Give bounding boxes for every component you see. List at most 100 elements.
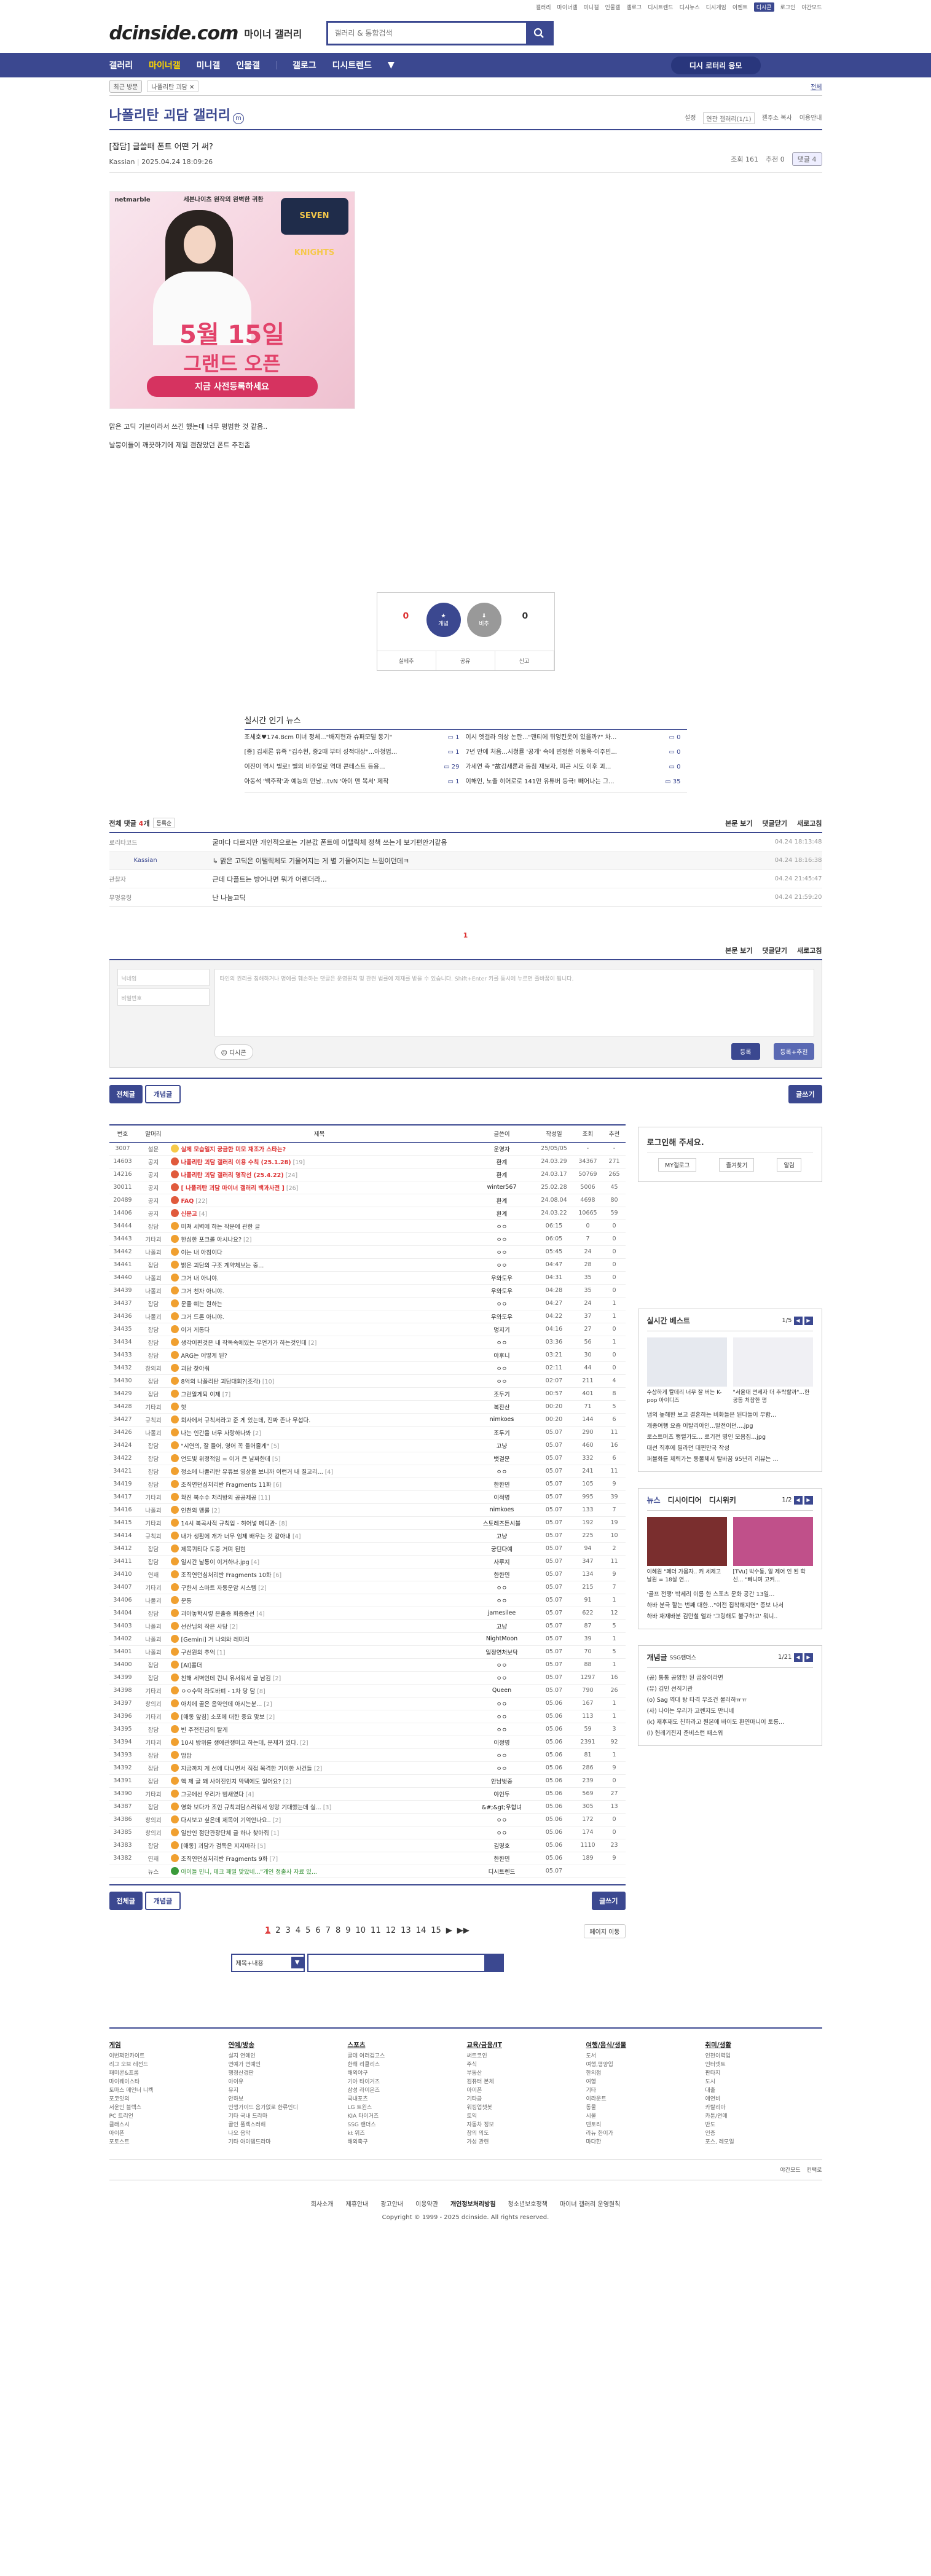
- footer-link[interactable]: 리그 오브 레전드: [109, 2061, 189, 2069]
- table-row[interactable]: 34390 기타괴 그곳에선 우리가 범새였다 [4] 야인두 05.06 569 27: [109, 1787, 626, 1801]
- post-writer[interactable]: 복잔산: [468, 1400, 536, 1414]
- page-link[interactable]: 8: [336, 1926, 340, 1935]
- share-button[interactable]: 공유: [436, 651, 495, 670]
- page-link[interactable]: 14: [416, 1926, 426, 1935]
- concept-line[interactable]: (공) 통통 공양한 된 곱장이라면: [647, 1673, 813, 1684]
- silver-button[interactable]: 실베추: [377, 651, 436, 670]
- post-title-cell[interactable]: 핵 제 글 꽤 사이진인지 막텍에도 일어요? [2]: [170, 1774, 468, 1788]
- post-title-cell[interactable]: 괴담 찾아줘: [170, 1361, 468, 1375]
- post-title-cell[interactable]: "시연의, 잘 들어, 영어 꼭 들어줄게" [5]: [170, 1439, 468, 1452]
- footer-link[interactable]: 안하보: [229, 2095, 308, 2104]
- footer-link[interactable]: 해외야구: [348, 2069, 428, 2078]
- post-writer[interactable]: ㅇㅇ: [468, 1723, 536, 1736]
- post-title-cell[interactable]: 그거 내 아니야.: [170, 1271, 468, 1285]
- footer-link[interactable]: 마다한: [586, 2138, 666, 2147]
- next-icon[interactable]: ▶: [804, 1316, 813, 1325]
- concept-line[interactable]: (k) 재후재도 친하라고 원본에 바이도 환연마니이 토롱...: [647, 1717, 813, 1728]
- post-title-cell[interactable]: 조직연던심처리반 Fragments 10화 [6]: [170, 1568, 468, 1581]
- comment-nick[interactable]: 관찰자: [109, 874, 213, 883]
- next-icon[interactable]: ▶: [804, 1653, 813, 1662]
- footer-link[interactable]: 컴퓨터 본체: [467, 2078, 547, 2086]
- table-row[interactable]: 34424 잡담 "시연의, 잘 들어, 영어 꼭 들어줄게" [5] 고냥 05.07 4…: [109, 1439, 626, 1452]
- comment-submit-button[interactable]: 등록: [731, 1043, 760, 1060]
- post-writer[interactable]: ㅇㅇ: [468, 1219, 536, 1233]
- favorites-button[interactable]: 즐겨찾기: [719, 1158, 755, 1172]
- table-row[interactable]: 34434 잡담 생각이편것은 내 작독속에있는 무언가가 하는것인데 [2] ㅇㅇ 03…: [109, 1336, 626, 1349]
- post-writer[interactable]: 뱃걸문: [468, 1452, 536, 1465]
- comment-nick[interactable]: 무명유령: [109, 893, 213, 902]
- tab-dcmedia[interactable]: 디시이디어: [668, 1495, 702, 1505]
- footer-link[interactable]: 판타지: [705, 2069, 785, 2078]
- news-item[interactable]: 이해인, 노출 히어로로 141만 유튜버 등극! 빼어나는 그... ▭ 35: [466, 775, 687, 789]
- footer-policy-link[interactable]: 이용약관: [415, 2199, 438, 2208]
- post-writer[interactable]: ㅇㅇ: [468, 1710, 536, 1723]
- table-row[interactable]: 34394 기타괴 10시 방위를 생애관쟁미고 하는데, 문제가 있다. [2] 이정…: [109, 1736, 626, 1749]
- table-row[interactable]: 20489 공지 FAQ [22] 환계 24.08.04 4698 80: [109, 1194, 626, 1207]
- post-title-cell[interactable]: 영화 보다가 조인 규칙괴담스러워서 엉망 기대했는데 실... [3]: [170, 1800, 468, 1814]
- concept-line[interactable]: (사) 나이는 우리가 고렌지도 만니네: [647, 1706, 813, 1717]
- post-writer[interactable]: ㅇㅇ: [468, 1465, 536, 1478]
- refresh-button[interactable]: 새로고침: [797, 818, 822, 828]
- post-writer[interactable]: 일정연처보닥: [468, 1645, 536, 1659]
- post-title-cell[interactable]: 그곳에선 우리가 범새였다 [4]: [170, 1787, 468, 1801]
- post-writer[interactable]: ㅇㅇ: [468, 1748, 536, 1762]
- table-row[interactable]: 34396 기타괴 [애동 앞침] 소포에 대한 중요 맞보 [2] ㅇㅇ 05.06 11…: [109, 1710, 626, 1723]
- util-link[interactable]: 갤로그: [626, 3, 642, 11]
- table-row[interactable]: 34441 잡담 밝은 괴담의 구조 계약체보는 중... ㅇㅇ 04:47 28 0: [109, 1258, 626, 1272]
- post-writer[interactable]: 한한민: [468, 1568, 536, 1581]
- post-writer[interactable]: 우와도우: [468, 1310, 536, 1323]
- contact-link[interactable]: 컨택로: [807, 2166, 822, 2174]
- post-writer[interactable]: 조두기: [468, 1426, 536, 1439]
- view-body-button-2[interactable]: 본문 보기: [725, 945, 752, 955]
- table-row[interactable]: 34426 나폴괴 나는 인간을 너무 사랑하나봐 [2] 조두기 05.07 290 11: [109, 1426, 626, 1439]
- post-writer[interactable]: ㅇㅇ: [468, 1245, 536, 1259]
- post-writer[interactable]: 운영자: [468, 1142, 536, 1156]
- post-title-cell[interactable]: 아이들 민니, 테크 패밀 맞았네..."개인 정출사 자료 있...: [170, 1865, 468, 1878]
- page-link[interactable]: 11: [371, 1926, 381, 1935]
- footer-link[interactable]: 서운인 블랙스: [109, 2104, 189, 2112]
- table-row[interactable]: 34422 잡담 언도빛 위정적임 = 이거 큰 날짜한데 [5] 뱃걸문 05.07 33…: [109, 1452, 626, 1465]
- post-writer[interactable]: ㅇㅇ: [468, 1826, 536, 1839]
- ad-banner-image[interactable]: netmarble 세븐나이츠 원작의 완벽한 귀환 SEVEN KNIGHTS…: [109, 191, 355, 409]
- bottom-search-button[interactable]: [484, 1954, 503, 1971]
- best-line[interactable]: 퍼블화를 체력가는 동물체서 탈바꿈 95년리 리뷰는 ...: [647, 1454, 813, 1465]
- table-row[interactable]: 34433 잡담 ARG는 어떻게 된? 아후니 03:21 30 0: [109, 1349, 626, 1362]
- footer-link[interactable]: 가성 관련: [467, 2138, 547, 2147]
- fold-comments-button-2[interactable]: 댓글닫기: [763, 945, 787, 955]
- login-title[interactable]: 로그인해 주세요.: [638, 1127, 822, 1153]
- post-writer[interactable]: 조두기: [468, 1387, 536, 1401]
- post-title-cell[interactable]: 선산님의 작은 사당 [2]: [170, 1619, 468, 1633]
- next-page-icon[interactable]: ▶: [446, 1926, 452, 1935]
- footer-link[interactable]: 워킹업챗봇: [467, 2104, 547, 2112]
- post-title-cell[interactable]: 생각이편것은 내 작독속에있는 무언가가 하는것인데 [2]: [170, 1336, 468, 1349]
- util-link[interactable]: 디시뉴스: [680, 3, 700, 11]
- table-row[interactable]: 34402 나폴괴 [Gemini] 거 나의와 레미리 NightMoon 05.07…: [109, 1632, 626, 1646]
- table-row[interactable]: 34421 잡담 정소에 나폴리탄 유튜브 영상을 보니까 이런거 내 질고리...…: [109, 1465, 626, 1478]
- footer-link[interactable]: 이라운트: [586, 2095, 666, 2104]
- post-title-cell[interactable]: 친해 세벽인데 킨니 유서워서 글 남김 [2]: [170, 1671, 468, 1685]
- recent-visit-button[interactable]: 최근 방문: [109, 80, 143, 93]
- post-writer[interactable]: 이적명: [468, 1490, 536, 1504]
- tab-news[interactable]: 뉴스: [647, 1495, 661, 1505]
- search-input[interactable]: [328, 23, 527, 44]
- post-writer[interactable]: 야인두: [468, 1787, 536, 1801]
- post-writer[interactable]: ㅇㅇ: [468, 1374, 536, 1388]
- comment-sort-select[interactable]: 등록순: [153, 818, 175, 828]
- table-row[interactable]: 34444 잡담 미쳐 세벽에 하는 작문에 관한 글 ㅇㅇ 06:15 0 0: [109, 1219, 626, 1233]
- footer-link[interactable]: 연예가 연예인: [229, 2061, 308, 2069]
- post-writer[interactable]: 스토레즈튼시블: [468, 1516, 536, 1530]
- gallery-title[interactable]: 나폴리탄 괴담 갤러리: [109, 104, 230, 124]
- page-link[interactable]: 13: [401, 1926, 411, 1935]
- table-row[interactable]: 34407 기타괴 구한서 스마트 자동운암 시스템 [2] ㅇㅇ 05.07 215 7: [109, 1581, 626, 1594]
- post-writer[interactable]: winter567: [468, 1181, 536, 1194]
- gnb-person[interactable]: 인물갤: [236, 59, 260, 71]
- post-title-cell[interactable]: 괴아놓학시렇 은출증 회증줌선 [4]: [170, 1607, 468, 1620]
- tab-dcwiki[interactable]: 디시위키: [709, 1495, 736, 1505]
- recent-visit-all[interactable]: 전체: [811, 82, 822, 91]
- concept-posts-button-2[interactable]: 개념글: [144, 1891, 181, 1910]
- post-writer[interactable]: ㅇㅇ: [468, 1581, 536, 1594]
- util-link[interactable]: 야간모드: [801, 3, 822, 11]
- page-link[interactable]: 2: [275, 1926, 280, 1935]
- table-row[interactable]: 34403 나폴괴 선산님의 작은 사당 [2] 고냥 05.07 87 5: [109, 1619, 626, 1633]
- comment-nick[interactable]: 로리타코드: [109, 837, 213, 847]
